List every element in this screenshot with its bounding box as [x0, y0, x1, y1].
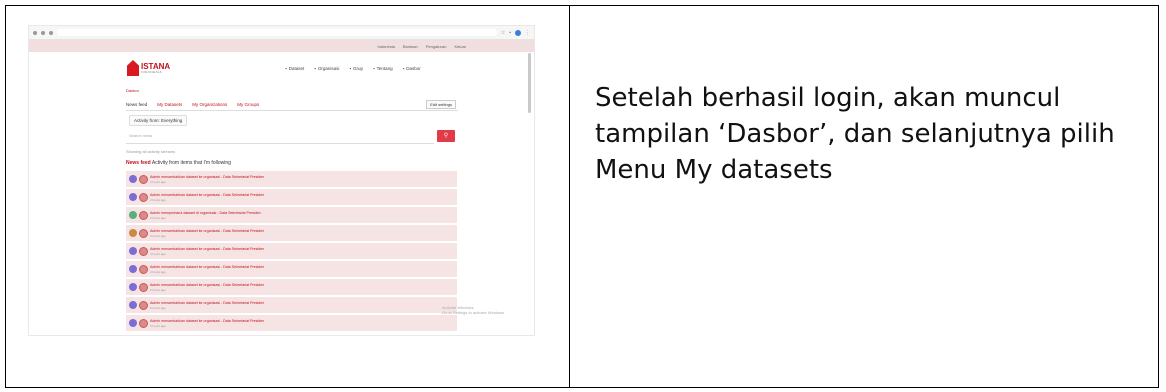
- dataset-icon: [139, 282, 148, 292]
- activity-time: 2 hours ago: [150, 197, 166, 202]
- activity-note: Showing all activity streams: [126, 149, 176, 154]
- activity-time: 4 hours ago: [150, 251, 166, 256]
- list-item: Admin menambahkan dataset ke organisasi …: [126, 225, 457, 241]
- avatar: [129, 265, 137, 273]
- tab-my-groups: My Groups: [237, 102, 260, 107]
- news-feed-heading: News feed Activity from items that I'm f…: [126, 160, 231, 166]
- list-item: Admin menambahkan dataset ke organisasi …: [126, 189, 457, 205]
- topbar-item: Keluar: [454, 43, 466, 49]
- list-item: Admin menambahkan dataset ke organisasi …: [126, 297, 457, 313]
- activity-text: Admin menambahkan dataset ke organisasi …: [150, 264, 265, 269]
- activity-text: Admin menambahkan dataset ke organisasi …: [150, 318, 265, 323]
- dataset-icon: [139, 228, 148, 238]
- activity-text: Admin menambahkan dataset ke organisasi …: [150, 192, 265, 197]
- edit-settings-button: Edit settings: [426, 100, 456, 109]
- dataset-icon: [139, 210, 148, 220]
- dataset-icon: [139, 246, 148, 256]
- nav-item: Organisasi: [314, 66, 340, 71]
- tab-my-datasets: My Datasets: [157, 102, 183, 107]
- scrollbar: [528, 53, 531, 113]
- avatar: [129, 283, 137, 291]
- caption-cell: Setelah berhasil login, akan muncul tamp…: [570, 6, 1158, 387]
- avatar: [129, 301, 137, 309]
- search-icon: ⚲: [437, 130, 455, 142]
- list-item: Admin menambahkan dataset ke organisasi …: [126, 243, 457, 259]
- logo-mark-icon: [127, 60, 139, 76]
- site-logo: ISTANA INDONESIA: [127, 60, 170, 76]
- activity-text: Admin menambahkan dataset ke organisasi …: [150, 228, 265, 233]
- news-title-bold: News feed: [126, 160, 151, 166]
- dataset-icon: [139, 174, 148, 184]
- avatar: [129, 229, 137, 237]
- news-title-rest: Activity from items that I'm following: [151, 160, 231, 166]
- avatar: [129, 247, 137, 255]
- nav-item: Grup: [349, 66, 363, 71]
- topbar-item: Indonesia: [377, 43, 395, 49]
- activity-text: Admin memperbarui dataset di organisasi …: [150, 210, 261, 215]
- dataset-icon: [139, 318, 148, 328]
- profile-icon: [515, 29, 521, 36]
- extension-icon: ▪: [509, 29, 511, 36]
- main-nav: Dataset Organisasi Grup Tentang Dasbor: [285, 66, 421, 71]
- nav-item: Tentang: [373, 66, 393, 71]
- activity-time: 3 hours ago: [150, 233, 166, 238]
- activity-text: Admin menambahkan dataset ke organisasi …: [150, 246, 265, 251]
- tab-my-organizations: My Organizations: [192, 102, 228, 107]
- caption-line: Menu My datasets: [595, 155, 833, 185]
- watermark-line: Go to Settings to activate Windows.: [442, 310, 506, 315]
- list-item: Admin memperbarui dataset di organisasi …: [126, 207, 457, 223]
- avatar: [129, 319, 137, 327]
- topbar-item: Bantuan: [402, 43, 418, 49]
- activity-text: Admin menambahkan dataset ke organisasi …: [150, 282, 265, 287]
- address-bar: [57, 29, 497, 36]
- browser-toolbar: ☆ ▪ ⋮: [29, 26, 534, 40]
- avatar: [129, 175, 137, 183]
- document-table: ☆ ▪ ⋮ Indonesia Bantuan Pengaturan Kelua…: [5, 5, 1159, 388]
- activity-text: Admin menambahkan dataset ke organisasi …: [150, 174, 265, 179]
- activity-time: 4 hours ago: [150, 269, 166, 274]
- dataset-icon: [139, 192, 148, 202]
- activity-text: Admin menambahkan dataset ke organisasi …: [150, 300, 265, 305]
- caption-text: Setelah berhasil login, akan muncul tamp…: [595, 80, 1158, 188]
- logo-name: ISTANA: [141, 61, 171, 71]
- avatar: [129, 193, 137, 201]
- dataset-icon: [139, 264, 148, 274]
- list-item: Admin menambahkan dataset ke organisasi …: [126, 315, 457, 331]
- dashboard-screenshot: ☆ ▪ ⋮ Indonesia Bantuan Pengaturan Kelua…: [28, 25, 535, 336]
- caption-line: Setelah berhasil login, akan muncul: [595, 83, 1061, 113]
- back-icon: [33, 30, 37, 35]
- activity-time: 3 hours ago: [150, 215, 166, 220]
- screenshot-cell: ☆ ▪ ⋮ Indonesia Bantuan Pengaturan Kelua…: [6, 6, 570, 387]
- site-header: ISTANA INDONESIA Dataset Organisasi Grup…: [29, 52, 534, 84]
- nav-item: Dataset: [285, 66, 305, 71]
- windows-watermark: Activate Windows Go to Settings to activ…: [442, 305, 505, 315]
- star-icon: ☆: [500, 29, 506, 36]
- breadcrumb: Dasbor: [126, 88, 139, 93]
- avatar: [129, 211, 137, 219]
- activity-time: 5 hours ago: [150, 287, 166, 292]
- topbar-item: Pengaturan: [425, 43, 447, 49]
- nav-item: Dasbor: [403, 66, 421, 71]
- caption-line: tampilan ‘Dasbor’, dan selanjutnya pilih: [595, 119, 1115, 149]
- activity-time: 6 hours ago: [150, 323, 166, 328]
- list-item: Admin menambahkan dataset ke organisasi …: [126, 279, 457, 295]
- dashboard-tabs: News feed My Datasets My Organizations M…: [126, 99, 458, 111]
- activity-time: 5 hours ago: [150, 305, 166, 310]
- activity-list: Admin menambahkan dataset ke organisasi …: [126, 171, 457, 333]
- list-item: Admin menambahkan dataset ke organisasi …: [126, 261, 457, 277]
- activity-time: 2 hours ago: [150, 179, 166, 184]
- tab-news-feed: News feed: [126, 102, 148, 107]
- list-item: Admin menambahkan dataset ke organisasi …: [126, 171, 457, 187]
- menu-icon: ⋮: [525, 29, 530, 36]
- search-news-input: Search news: [126, 129, 434, 144]
- reload-icon: [49, 30, 53, 35]
- site-topbar: Indonesia Bantuan Pengaturan Keluar: [29, 40, 534, 52]
- activity-filter-button: Activity from: Everything: [129, 115, 188, 126]
- forward-icon: [41, 30, 45, 35]
- dataset-icon: [139, 300, 148, 310]
